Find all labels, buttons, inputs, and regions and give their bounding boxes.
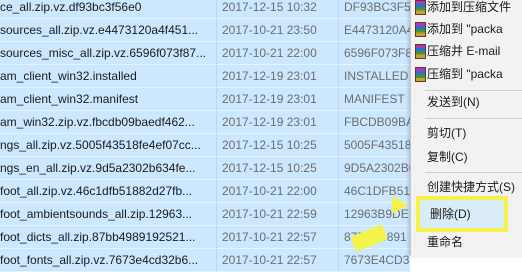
file-type: 9D5A2302B6 [344,161,410,175]
file-row[interactable]: sources_all.zip.vz.e4473120a4f451... 2017… [0,19,410,42]
file-modified-date: 2017-10-21 23:50 [222,23,317,37]
menu-item-compress-email[interactable]: 压缩并 E-mail [411,40,522,62]
file-name: sources_misc_all.zip.vz.6596f073f87... [0,46,207,60]
file-row[interactable]: foot_all.zip.vz.46c1dfb51882d27fb... 2017… [0,180,410,203]
menu-item-compress-to-package[interactable]: 压缩到 "packa [411,63,522,85]
column-divider [216,42,217,64]
file-row[interactable]: ngs_all.zip.vz.5005f43518fe4ef07cc... 201… [0,134,410,157]
column-divider [338,65,339,87]
file-type: INSTALLED [344,69,409,83]
menu-item-copy[interactable]: 复制(C) [411,146,522,168]
file-name: am_client_win32.manifest [0,92,139,106]
file-modified-date: 2017-12-15 10:25 [222,138,317,152]
file-row[interactable]: sources_misc_all.zip.vz.6596f073f87... 20… [0,42,410,65]
column-divider [216,111,217,133]
column-divider [216,0,217,18]
file-modified-date: 2017-10-21 22:00 [222,46,317,60]
file-modified-date: 2017-12-19 23:01 [222,92,317,106]
menu-item-send-to[interactable]: 发送到(N) [411,91,522,113]
menu-item-add-to-package[interactable]: 添加到 "packa [411,18,522,40]
winrar-icon [415,22,426,37]
column-divider [216,157,217,179]
menu-item-rename[interactable]: 重命名 [411,231,522,253]
file-row[interactable]: ce_all.zip.vz.df93bc3f56e0 2017-12-15 10:… [0,0,410,19]
column-divider [216,65,217,87]
column-divider [338,19,339,41]
file-modified-date: 2017-10-21 22:57 [222,253,317,267]
menu-item-create-shortcut[interactable]: 创建快捷方式(S) [411,176,522,198]
file-modified-date: 2017-12-15 10:32 [222,0,317,14]
column-divider [216,180,217,202]
file-modified-date: 2017-10-21 22:59 [222,207,317,221]
column-divider [216,249,217,271]
file-name: foot_fonts_all.zip.vz.7673e4cd32b6... [0,253,199,267]
file-type: 5005F43518 [344,138,410,152]
file-name: foot_ambientsounds_all.zip.12963... [0,207,193,221]
file-row[interactable]: foot_fonts_all.zip.vz.7673e4cd32b6... 201… [0,249,410,272]
file-type: 7673E4CD3 [344,253,410,267]
column-divider [338,249,339,271]
column-divider [338,157,339,179]
column-divider [216,203,217,225]
file-modified-date: 2017-12-19 23:01 [222,115,317,129]
file-row[interactable]: ngs_en_all.zip.vz.9d5a2302b634fe... 2017-… [0,157,410,180]
file-row[interactable]: foot_ambientsounds_all.zip.12963... 2017-… [0,203,410,226]
file-type: FBCDB09BA [344,115,410,129]
file-name: ngs_en_all.zip.vz.9d5a2302b634fe... [0,161,196,175]
file-name: am_win32.zip.vz.fbcdb09baedf462... [0,115,195,129]
winrar-icon [415,67,426,82]
file-type: DF93BC3F5C [344,0,410,14]
column-divider [338,111,339,133]
file-modified-date: 2017-12-15 10:25 [222,161,317,175]
file-type: MANIFEST [344,92,405,106]
menu-separator [425,118,522,119]
column-divider [216,134,217,156]
column-divider [338,88,339,110]
file-row[interactable]: am_client_win32.installed 2017-12-19 23:0… [0,65,410,88]
file-type: E4473120A4 [344,23,410,37]
winrar-icon [415,0,426,15]
file-modified-date: 2017-12-19 23:01 [222,69,317,83]
column-divider [338,180,339,202]
file-type: 6596F073F8 [344,46,410,60]
column-divider [338,134,339,156]
file-list: ce_all.zip.vz.df93bc3f56e0 2017-12-15 10:… [0,0,410,272]
highlight-arrow [392,196,408,214]
menu-separator [425,172,522,173]
file-row[interactable]: foot_dicts_all.zip.87bb4989192521... 2017… [0,226,410,249]
file-name: ngs_all.zip.vz.5005f43518fe4ef07cc... [0,138,201,152]
menu-item-cut[interactable]: 剪切(T) [411,122,522,144]
file-name: ce_all.zip.vz.df93bc3f56e0 [0,0,142,14]
file-name: sources_all.zip.vz.e4473120a4f451... [0,23,199,37]
column-divider [338,0,339,18]
file-row[interactable]: am_client_win32.manifest 2017-12-19 23:01… [0,88,410,111]
file-row[interactable]: am_win32.zip.vz.fbcdb09baedf462... 2017-1… [0,111,410,134]
column-divider [216,19,217,41]
winrar-icon [415,44,426,59]
menu-item-delete[interactable]: 删除(D) [416,196,508,232]
file-modified-date: 2017-10-21 22:00 [222,184,317,198]
column-divider [216,88,217,110]
file-name: am_client_win32.installed [0,69,137,83]
file-name: foot_all.zip.vz.46c1dfb51882d27fb... [0,184,193,198]
column-divider [338,203,339,225]
menu-item-add-to-archive[interactable]: 添加到压缩文件 [411,0,522,18]
column-divider [338,42,339,64]
